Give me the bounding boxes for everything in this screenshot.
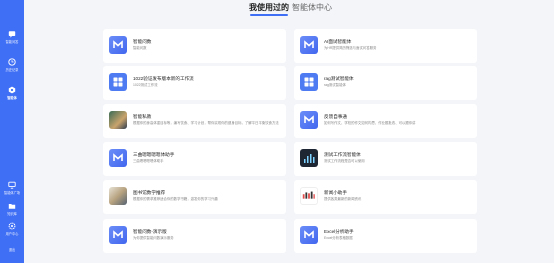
chat-icon bbox=[8, 31, 16, 38]
agent-card[interactable]: Excel分析助手 Excel分析表格数据 bbox=[294, 219, 477, 253]
tab-agent-center[interactable]: 智能体中心 bbox=[292, 3, 332, 13]
tab-bar: 我使用过的 智能体中心 bbox=[24, 0, 554, 18]
photo-icon bbox=[109, 187, 127, 205]
grid-icon bbox=[300, 73, 318, 91]
agent-card[interactable]: rag测试智能体 rag测试智能体 bbox=[294, 66, 477, 100]
agent-card[interactable]: AI面试智能体 为HR提供简历筛选与面试问答服务 bbox=[294, 29, 477, 63]
agent-card[interactable]: 智能问数 智能问数 bbox=[103, 29, 286, 63]
sidebar-item-plaza[interactable]: 智能体广场 bbox=[0, 181, 24, 203]
history-icon bbox=[8, 58, 16, 66]
agent-card[interactable]: 1022验证发布版本新的工作流 1022测试工作流 bbox=[103, 66, 286, 100]
agent-card[interactable]: 图书馆数学推荐 根据你的需求推荐适合你的数学书籍，激发你的学习兴趣 bbox=[103, 180, 286, 214]
card-title: 1022验证发布版本新的工作流 bbox=[133, 76, 194, 81]
sidebar-item-user[interactable]: 用户中心 bbox=[0, 222, 24, 244]
dark-photo-icon bbox=[300, 149, 318, 167]
card-desc: 根据你的需求推荐适合你的数学书籍，激发你的学习兴趣 bbox=[133, 197, 218, 201]
logo-icon bbox=[300, 226, 318, 244]
settings-icon bbox=[8, 222, 16, 230]
card-desc: 如何写作文、学校的作文如何构思、作业题批改、可以跟你讲 bbox=[324, 121, 416, 125]
sidebar-item-label: 智能体 bbox=[7, 96, 17, 100]
photo-icon bbox=[109, 111, 127, 129]
grid-icon bbox=[109, 73, 127, 91]
monitor-icon bbox=[8, 181, 16, 189]
logo-icon bbox=[109, 149, 127, 167]
sidebar-item-label: 历史记录 bbox=[5, 68, 19, 72]
card-desc: 根据你的身高体重目标等，编写饮食、学习计划，帮你实现你的健身目标，了解平日平衡饮… bbox=[133, 121, 279, 125]
tab-used[interactable]: 我使用过的 bbox=[249, 3, 289, 13]
card-title: 智能私教 bbox=[133, 114, 152, 119]
card-desc: 三曲嗯嗯嗯嗯体助手 bbox=[133, 159, 164, 163]
agent-icon bbox=[8, 86, 16, 94]
sidebar-item-knowledge[interactable]: 知识库 bbox=[0, 202, 24, 224]
card-title: 三曲嗯嗯嗯嗯体助手 bbox=[133, 152, 175, 157]
sidebar: 智能问答 历史记录 智能体 智能体广场 知识库 用户中心 退出 bbox=[0, 0, 24, 263]
sidebar-item-label: 智能体广场 bbox=[4, 191, 20, 195]
card-desc: 为HR提供简历筛选与面试问答服务 bbox=[324, 46, 377, 50]
card-title: 智能问数-演示版 bbox=[133, 229, 167, 234]
card-desc: 测试工作流程是否可以使用 bbox=[324, 159, 365, 163]
agent-card[interactable]: 三曲嗯嗯嗯嗯体助手 三曲嗯嗯嗯嗯体助手 bbox=[103, 142, 286, 176]
card-title: rag测试智能体 bbox=[324, 76, 354, 81]
folder-icon bbox=[8, 204, 16, 209]
tab-active-indicator bbox=[250, 14, 288, 16]
card-title: 新闻小助手 bbox=[324, 190, 347, 195]
agent-card[interactable]: 测试工作流智能体 测试工作流程是否可以使用 bbox=[294, 142, 477, 176]
sidebar-item-label: 知识库 bbox=[7, 212, 17, 216]
logo-icon bbox=[300, 111, 318, 129]
sidebar-item-agent[interactable]: 智能体 bbox=[0, 86, 24, 108]
sidebar-item-logout[interactable]: 退出 bbox=[0, 248, 24, 260]
agent-card[interactable]: 新闻小助手 提供各类最新的新闻资讯 bbox=[294, 180, 477, 214]
card-title: 智能问数 bbox=[133, 39, 152, 44]
agent-card[interactable]: 反馈自事通 如何写作文、学校的作文如何构思、作业题批改、可以跟你讲 bbox=[294, 104, 477, 138]
logo-icon bbox=[300, 36, 318, 54]
card-desc: rag测试智能体 bbox=[324, 83, 346, 87]
card-title: 测试工作流智能体 bbox=[324, 152, 361, 157]
sidebar-item-label: 智能问答 bbox=[5, 40, 19, 44]
agent-card[interactable]: 智能私教 根据你的身高体重目标等，编写饮食、学习计划，帮你实现你的健身目标，了解… bbox=[103, 104, 286, 138]
sidebar-item-label: 用户中心 bbox=[5, 232, 19, 236]
card-title: AI面试智能体 bbox=[324, 39, 352, 44]
sidebar-item-history[interactable]: 历史记录 bbox=[0, 58, 24, 80]
logo-icon bbox=[109, 226, 127, 244]
card-desc: Excel分析表格数据 bbox=[324, 236, 353, 240]
card-desc: 1022测试工作流 bbox=[133, 83, 158, 87]
card-title: Excel分析助手 bbox=[324, 229, 354, 234]
agent-card[interactable]: 智能问数-演示版 为你提供智能问数演示服务 bbox=[103, 219, 286, 253]
sidebar-item-chat[interactable]: 智能问答 bbox=[0, 30, 24, 52]
card-title: 反馈自事通 bbox=[324, 114, 347, 119]
logout-icon: 退出 bbox=[8, 248, 16, 252]
bars-icon bbox=[300, 187, 318, 205]
card-desc: 智能问数 bbox=[133, 46, 147, 50]
card-desc: 提供各类最新的新闻资讯 bbox=[324, 197, 362, 201]
card-desc: 为你提供智能问数演示服务 bbox=[133, 236, 174, 240]
logo-icon bbox=[109, 36, 127, 54]
card-title: 图书馆数学推荐 bbox=[133, 190, 166, 195]
